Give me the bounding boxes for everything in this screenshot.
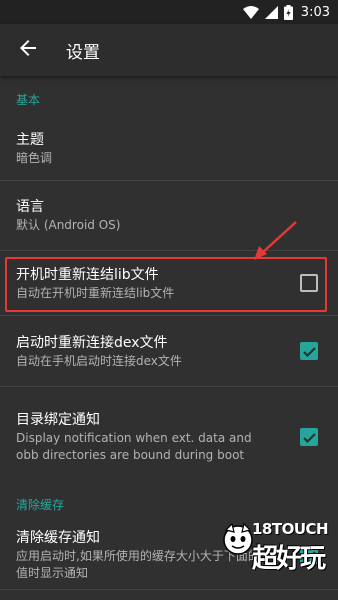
status-bar: 3:03 <box>0 0 338 24</box>
pref-theme-title: 主题 <box>16 131 44 148</box>
pref-language-summary: 默认 (Android OS) <box>16 218 121 232</box>
check-icon <box>302 428 316 447</box>
battery-charging-icon <box>283 4 293 20</box>
arrow-back-icon <box>20 40 36 60</box>
pref-dir-bind-notify-title: 目录绑定通知 <box>16 412 100 428</box>
watermark-text-slogan: 超好玩 <box>252 544 326 574</box>
app-bar: 设置 <box>0 24 338 76</box>
wifi-icon <box>242 5 259 19</box>
launch-relink-dex-checkbox[interactable] <box>300 342 318 360</box>
pref-language-title: 语言 <box>16 199 44 215</box>
status-time: 3:03 <box>300 4 330 20</box>
pref-dir-bind-notify[interactable]: 目录绑定通知 Display notification when ext. da… <box>0 387 338 487</box>
signal-icon <box>264 5 278 19</box>
check-icon <box>302 342 316 361</box>
divider <box>0 589 338 590</box>
pref-launch-relink-dex-summary: 自动在手机启动时连接dex文件 <box>16 353 182 368</box>
watermark-logo: 18TOUCH 超好玩 <box>218 514 334 584</box>
pref-launch-relink-dex[interactable]: 启动时重新连接dex文件 自动在手机启动时连接dex文件 <box>0 316 338 386</box>
dir-bind-notify-checkbox[interactable] <box>300 428 318 446</box>
pref-boot-relink-lib-summary: 自动在开机时重新连结lib文件 <box>16 285 175 300</box>
pref-theme[interactable]: 主题 暗色调 <box>0 116 338 180</box>
pref-dir-bind-notify-summary: Display notification when ext. data and … <box>16 431 252 462</box>
back-button[interactable] <box>0 24 56 76</box>
pref-language[interactable]: 语言 默认 (Android OS) <box>0 181 338 250</box>
pref-boot-relink-lib-title: 开机时重新连结lib文件 <box>16 266 159 283</box>
pref-boot-relink-lib[interactable]: 开机时重新连结lib文件 自动在开机时重新连结lib文件 <box>0 251 338 315</box>
category-basic: 基本 <box>16 93 41 107</box>
pref-launch-relink-dex-title: 启动时重新连接dex文件 <box>16 334 168 351</box>
pref-theme-summary: 暗色调 <box>16 150 53 165</box>
watermark-text-brand: 18TOUCH <box>252 520 329 538</box>
page-title: 设置 <box>66 42 100 63</box>
boot-relink-lib-checkbox[interactable] <box>300 274 318 292</box>
